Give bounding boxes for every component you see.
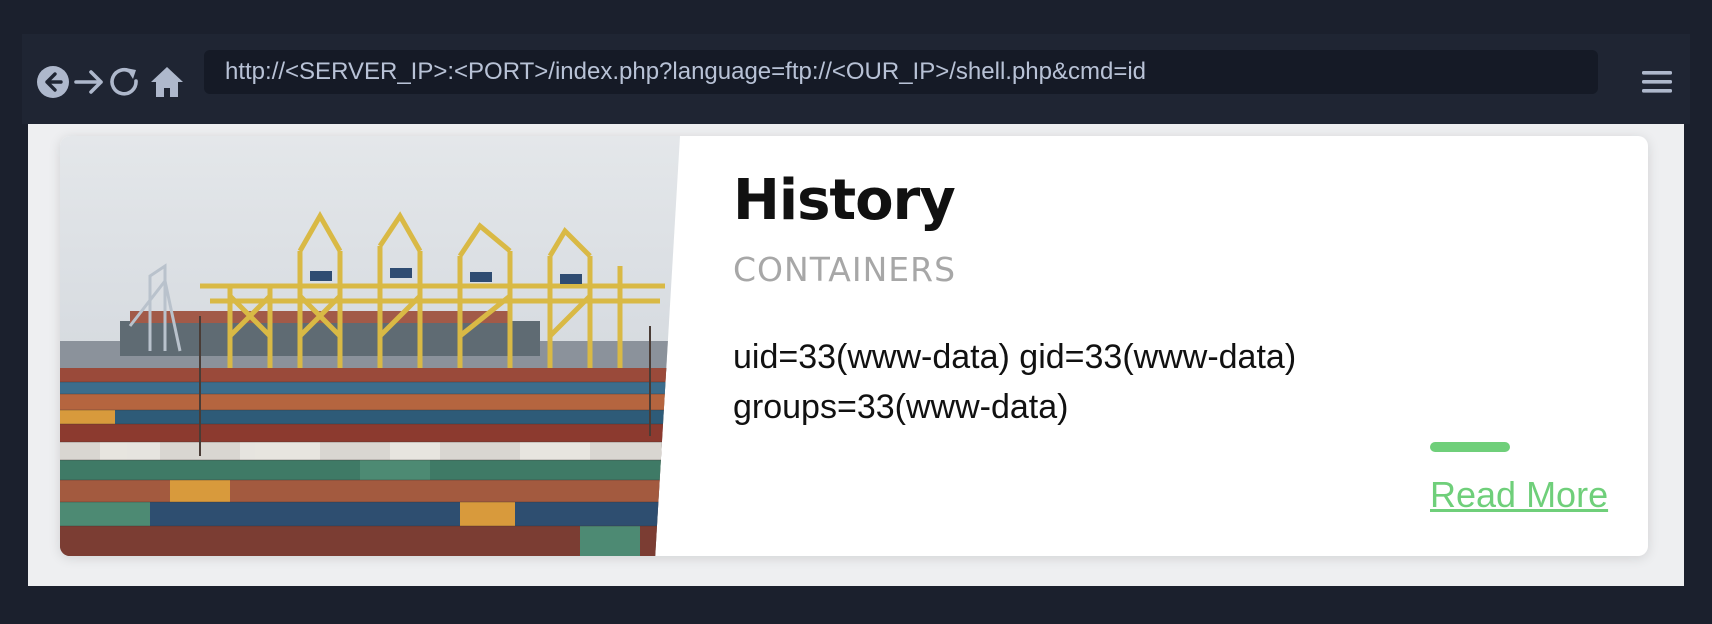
back-icon[interactable] — [35, 64, 71, 100]
accent-bar — [1430, 442, 1510, 452]
reload-icon[interactable] — [107, 64, 143, 100]
output-line: groups=33(www-data) — [733, 388, 1069, 426]
container-port-image — [60, 136, 680, 556]
command-output: uid=33(www-data) gid=33(www-data) groups… — [733, 332, 1593, 432]
browser-toolbar: http://<SERVER_IP>:<PORT>/index.php?lang… — [22, 34, 1690, 124]
history-card: History CONTAINERS uid=33(www-data) gid=… — [60, 136, 1648, 556]
page-viewport: History CONTAINERS uid=33(www-data) gid=… — [28, 124, 1684, 586]
output-line: uid=33(www-data) gid=33(www-data) — [733, 338, 1297, 376]
card-content: History CONTAINERS uid=33(www-data) gid=… — [733, 136, 1613, 556]
address-bar[interactable]: http://<SERVER_IP>:<PORT>/index.php?lang… — [204, 50, 1598, 94]
read-more-link[interactable]: Read More — [1430, 474, 1608, 516]
forward-icon[interactable] — [71, 64, 107, 100]
browser-window: http://<SERVER_IP>:<PORT>/index.php?lang… — [22, 34, 1690, 586]
menu-icon[interactable] — [1642, 68, 1672, 96]
url-text: http://<SERVER_IP>:<PORT>/index.php?lang… — [225, 58, 1147, 85]
home-icon[interactable] — [149, 64, 185, 100]
card-title: History — [733, 168, 956, 233]
card-subtitle: CONTAINERS — [733, 250, 957, 289]
